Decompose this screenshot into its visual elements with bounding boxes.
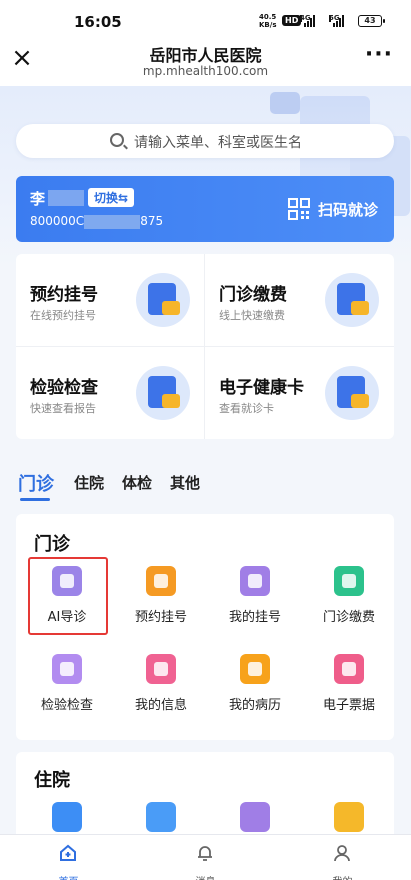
section-title: 门诊 [34, 534, 70, 555]
status-time: 16:05 [74, 13, 122, 31]
title-bar: × 岳阳市人民医院 mp.mhealth100.com ··· [0, 40, 411, 86]
nav-messages[interactable]: 消息 [137, 835, 274, 880]
quick-services-card: 预约挂号 在线预约挂号 门诊缴费 线上快速缴费 检验检查 快速查看报告 电子健康… [16, 254, 394, 439]
search-placeholder: 请输入菜单、科室或医生名 [134, 135, 302, 151]
service-label: 我的挂号 [228, 610, 281, 625]
nav-mine[interactable]: 我的 [274, 835, 411, 880]
service-appointment[interactable]: 预约挂号 [114, 566, 208, 640]
pulse-monitor-icon [52, 654, 82, 684]
yen-icon [334, 566, 364, 596]
service-my-info[interactable]: 我的信息 [114, 654, 208, 728]
card-envelope-icon [325, 366, 379, 420]
ticket-icon [334, 654, 364, 684]
service-label: 我的病历 [228, 698, 281, 713]
category-tabs: 门诊 住院 体检 其他 [16, 468, 394, 502]
quick-subtitle: 查看就诊卡 [219, 402, 274, 415]
home-icon [60, 844, 76, 861]
quick-title: 电子健康卡 [219, 378, 304, 398]
service-label: 预约挂号 [134, 610, 187, 625]
search-icon [110, 133, 124, 147]
calendar-check-icon [240, 566, 270, 596]
scan-to-visit-button[interactable]: 扫码就诊 [318, 199, 378, 220]
nav-label: 消息 [137, 873, 274, 880]
hd-badge: HD [282, 15, 302, 26]
patient-card[interactable]: 李 切换⇆ 800000C 875 扫码就诊 [16, 176, 394, 242]
user-icon [334, 845, 350, 862]
service-lab-tests[interactable]: 检验检查 [20, 654, 114, 728]
nav-label: 首页 [0, 873, 137, 880]
masked-name [48, 190, 84, 206]
id-badge-icon [146, 654, 176, 684]
tab-other[interactable]: 其他 [170, 472, 200, 493]
quick-subtitle: 在线预约挂号 [30, 309, 96, 322]
tab-checkup[interactable]: 体检 [122, 472, 152, 493]
active-tab-indicator [20, 498, 50, 501]
medical-record-icon [240, 654, 270, 684]
calendar-clock-icon [146, 566, 176, 596]
inpatient-admission-icon[interactable] [52, 802, 82, 832]
pulse-monitor-icon[interactable] [240, 802, 270, 832]
patient-name: 李 [30, 190, 46, 208]
quick-health-card[interactable]: 电子健康卡 查看就诊卡 [205, 347, 393, 439]
section-title: 住院 [34, 770, 70, 791]
yen-icon[interactable] [334, 802, 364, 832]
service-label: 电子票据 [322, 698, 375, 713]
ai-guide-highlight-box [28, 557, 108, 635]
page-url: mp.mhealth100.com [142, 64, 269, 78]
search-input[interactable]: 请输入菜单、科室或医生名 [16, 124, 394, 158]
page-title: 岳阳市人民医院 [149, 46, 262, 65]
tab-outpatient[interactable]: 门诊 [18, 470, 54, 496]
qr-code-icon [288, 198, 310, 220]
service-label: 门诊缴费 [322, 610, 375, 625]
nav-label: 我的 [274, 873, 411, 880]
patient-id: 800000C 875 [30, 214, 164, 229]
more-icon[interactable]: ··· [365, 42, 393, 67]
quick-title: 门诊缴费 [219, 285, 287, 305]
quick-lab-results[interactable]: 检验检查 快速查看报告 [16, 347, 204, 439]
service-label: 我的信息 [134, 698, 187, 713]
heart-plus-icon[interactable] [146, 802, 176, 832]
battery-icon: 43 [358, 15, 385, 27]
quick-payment[interactable]: 门诊缴费 线上快速缴费 [205, 254, 393, 346]
service-e-receipt[interactable]: 电子票据 [302, 654, 396, 728]
quick-appointment[interactable]: 预约挂号 在线预约挂号 [16, 254, 204, 346]
signal-icon-2: 5G [329, 15, 344, 27]
signal-icon: 4G [300, 15, 315, 27]
wallet-icon [325, 273, 379, 327]
net-speed: 40.5 KB/s [259, 13, 277, 29]
bell-icon [198, 846, 212, 861]
chat-icon [136, 366, 190, 420]
clipboard-icon [136, 273, 190, 327]
nav-home[interactable]: 首页 [0, 835, 137, 880]
quick-subtitle: 快速查看报告 [30, 402, 96, 415]
service-medical-records[interactable]: 我的病历 [208, 654, 302, 728]
tab-inpatient[interactable]: 住院 [74, 472, 104, 493]
decor-chat-icon [270, 92, 300, 114]
service-label: 检验检查 [40, 698, 93, 713]
service-payment[interactable]: 门诊缴费 [302, 566, 396, 640]
status-bar: 16:05 40.5 KB/s HD 4G 5G 43 [0, 0, 411, 40]
quick-title: 检验检查 [30, 378, 98, 398]
service-my-appointments[interactable]: 我的挂号 [208, 566, 302, 640]
quick-title: 预约挂号 [30, 285, 98, 305]
bottom-nav: 首页 消息 我的 [0, 834, 411, 880]
switch-patient-button[interactable]: 切换⇆ [88, 188, 135, 207]
quick-subtitle: 线上快速缴费 [219, 309, 285, 322]
